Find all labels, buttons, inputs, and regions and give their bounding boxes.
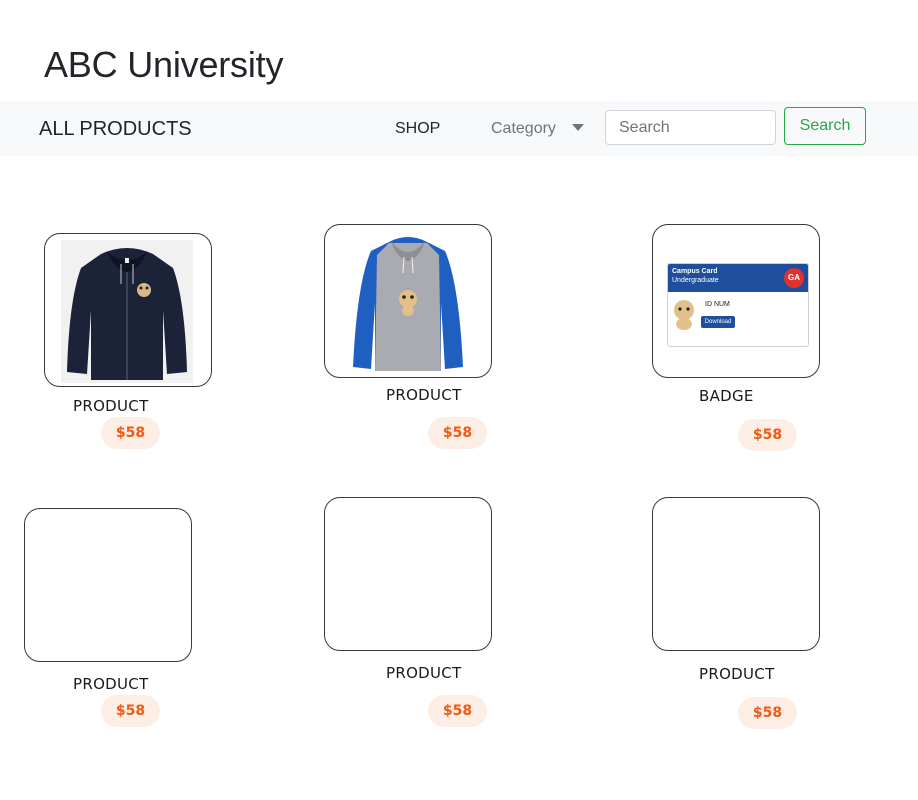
product-image xyxy=(61,240,193,386)
product-name[interactable]: PRODUCT xyxy=(73,397,149,415)
product-price: $58 xyxy=(101,695,160,727)
campus-card-subtitle: Undergraduate xyxy=(672,277,719,284)
product-image xyxy=(349,233,467,377)
search-button[interactable]: Search xyxy=(784,107,866,145)
site-title: ABC University xyxy=(44,44,284,85)
product-card[interactable] xyxy=(44,233,212,387)
campus-card: Campus Card Undergraduate GA ID NUM Down… xyxy=(667,263,809,347)
product-price: $58 xyxy=(428,695,487,727)
nav-link-shop[interactable]: SHOP xyxy=(395,120,440,138)
caret-down-icon[interactable] xyxy=(572,124,584,131)
campus-card-title: Campus Card xyxy=(672,268,718,275)
product-price: $58 xyxy=(428,417,487,449)
badge-download-button: Download xyxy=(701,316,735,328)
search-input[interactable] xyxy=(605,110,776,145)
product-card[interactable] xyxy=(24,508,192,662)
product-price: $58 xyxy=(738,697,797,729)
product-card[interactable]: Campus Card Undergraduate GA ID NUM Down… xyxy=(652,224,820,378)
cat-mascot-icon xyxy=(674,300,694,330)
product-name[interactable]: PRODUCT xyxy=(699,665,775,683)
product-name[interactable]: PRODUCT xyxy=(73,675,149,693)
product-image: Campus Card Undergraduate GA ID NUM Down… xyxy=(667,263,809,347)
product-card[interactable] xyxy=(652,497,820,651)
product-price: $58 xyxy=(101,417,160,449)
product-card[interactable] xyxy=(324,224,492,378)
navbar: ALL PRODUCTS SHOP Category Search xyxy=(0,101,918,156)
ga-logo: GA xyxy=(784,268,804,288)
product-name[interactable]: PRODUCT xyxy=(386,386,462,404)
navbar-brand[interactable]: ALL PRODUCTS xyxy=(39,118,192,141)
product-name[interactable]: BADGE xyxy=(699,387,754,405)
product-price: $58 xyxy=(738,419,797,451)
id-num-label: ID NUM xyxy=(705,301,730,308)
category-dropdown[interactable]: Category xyxy=(491,120,556,138)
product-name[interactable]: PRODUCT xyxy=(386,664,462,682)
product-card[interactable] xyxy=(324,497,492,651)
